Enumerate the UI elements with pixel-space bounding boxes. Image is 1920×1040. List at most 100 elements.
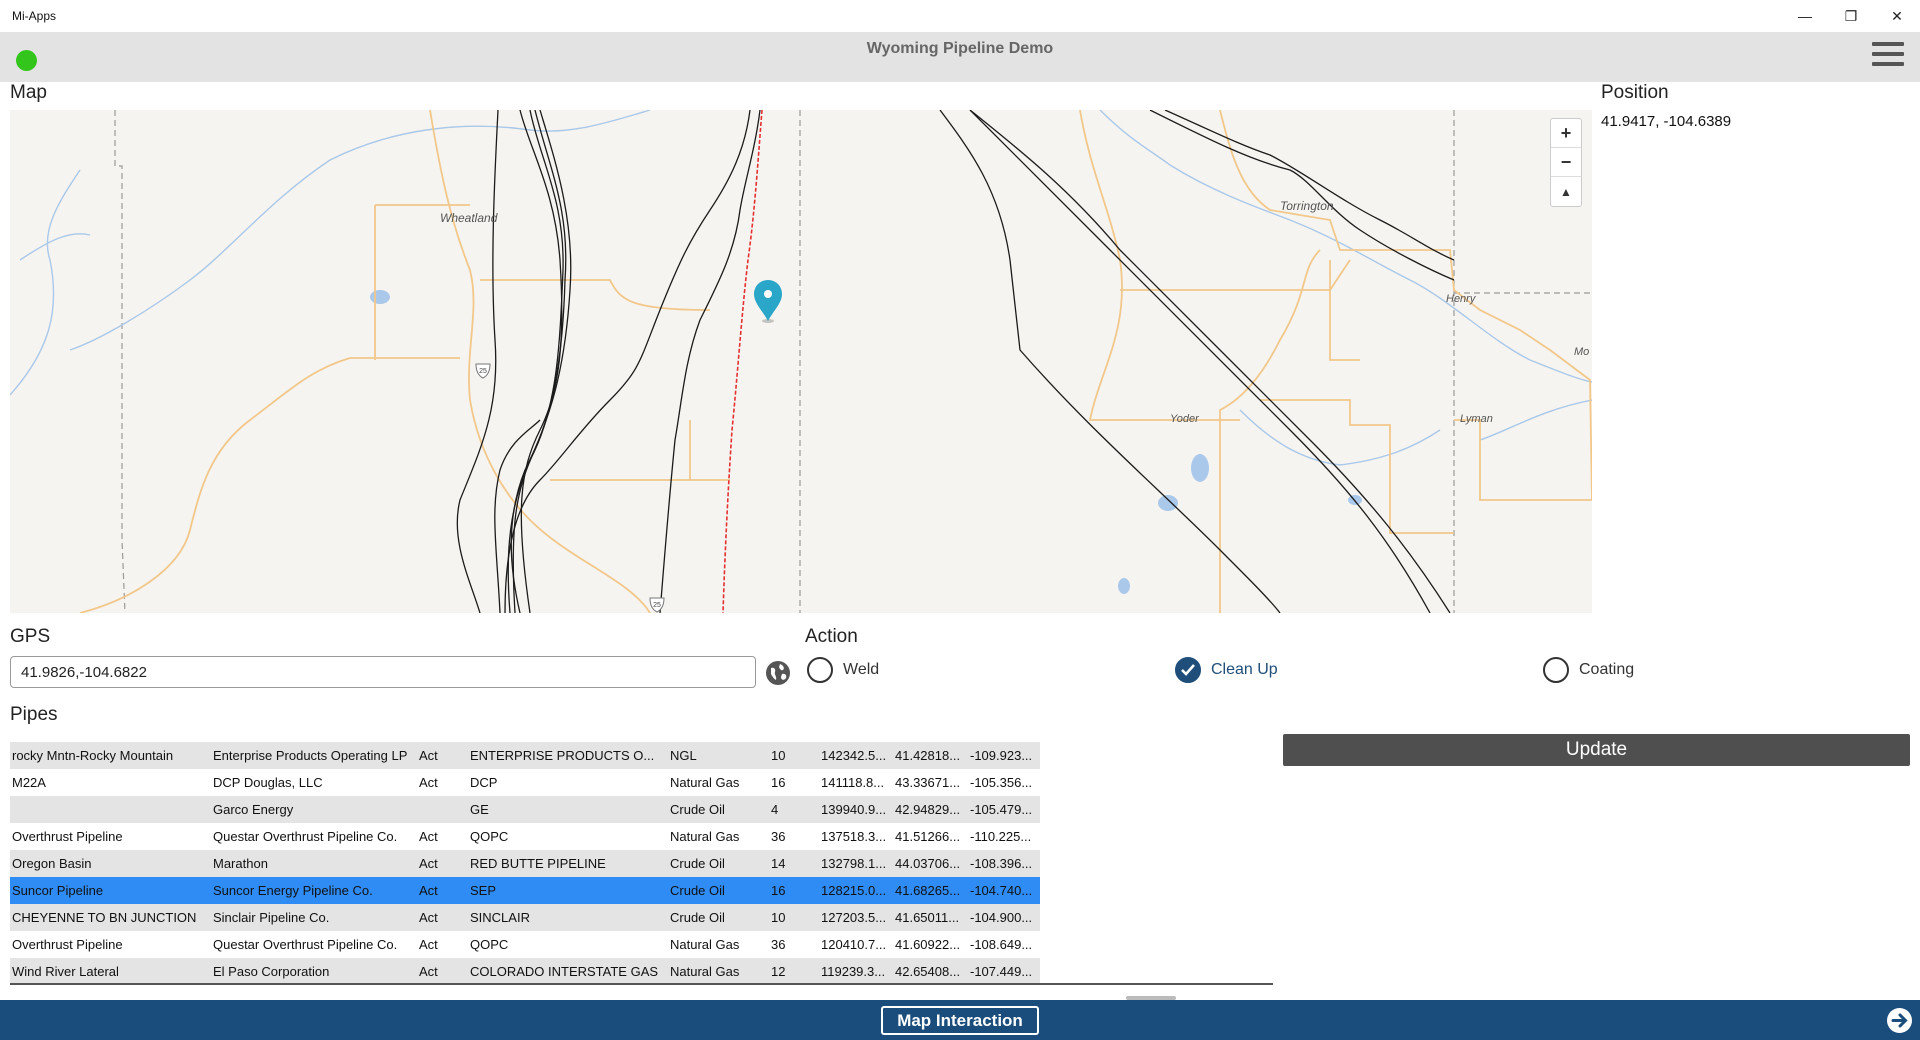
table-cell: Suncor Pipeline — [12, 883, 104, 898]
radio-label: Weld — [843, 661, 880, 678]
table-cell: 14 — [771, 856, 786, 871]
table-row[interactable]: rocky Mntn-Rocky Mountain Enterprise Prod… — [10, 742, 1040, 769]
table-cell: NGL — [670, 748, 697, 763]
place-label-torrington: Torrington — [1280, 199, 1334, 213]
table-cell: SINCLAIR — [470, 910, 530, 925]
radio-circle-icon — [1543, 657, 1569, 683]
radio-label: Clean Up — [1211, 661, 1278, 678]
gps-label: GPS — [10, 626, 51, 647]
place-label-wheatland: Wheatland — [440, 211, 498, 225]
table-cell: -104.740... — [970, 883, 1033, 898]
table-cell: 120410.7... — [821, 937, 887, 952]
table-row[interactable]: CHEYENNE TO BN JUNCTION Sinclair Pipeline… — [10, 904, 1040, 931]
table-cell: Suncor Energy Pipeline Co. — [213, 883, 373, 898]
radio-label: Coating — [1579, 661, 1635, 678]
table-cell: 132798.1... — [821, 856, 887, 871]
table-cell: DCP — [470, 775, 498, 790]
table-cell: El Paso Corporation — [213, 964, 330, 979]
table-cell: DCP Douglas, LLC — [213, 775, 323, 790]
table-cell: Act — [419, 829, 438, 844]
table-cell: Natural Gas — [670, 964, 740, 979]
table-cell: Act — [419, 964, 438, 979]
gps-input[interactable] — [10, 656, 756, 688]
table-cell: Wind River Lateral — [12, 964, 119, 979]
table-cell: 44.03706... — [895, 856, 961, 871]
table-cell: 41.68265... — [895, 883, 961, 898]
table-row[interactable]: M22A DCP Douglas, LLC Act DCP Natural Gas 16 1… — [10, 769, 1040, 796]
table-cell: 137518.3... — [821, 829, 887, 844]
table-cell: 142342.5... — [821, 748, 887, 763]
update-button[interactable]: Update — [1283, 734, 1910, 766]
table-cell: Questar Overthrust Pipeline Co. — [213, 829, 398, 844]
table-cell: 36 — [771, 937, 786, 952]
close-button[interactable]: ✕ — [1874, 0, 1920, 32]
place-label-yoder: Yoder — [1170, 413, 1200, 425]
table-cell: 16 — [771, 775, 786, 790]
table-cell: -108.649... — [970, 937, 1033, 952]
table-cell: Sinclair Pipeline Co. — [213, 910, 330, 925]
table-cell: -105.479... — [970, 802, 1033, 817]
table-cell: -108.396... — [970, 856, 1033, 871]
table-cell: -104.900... — [970, 910, 1033, 925]
table-cell: 41.60922... — [895, 937, 961, 952]
reset-bearing-icon[interactable]: ▲ — [1551, 177, 1581, 206]
minimize-button[interactable]: — — [1782, 0, 1828, 32]
action-label: Action — [805, 626, 858, 647]
table-cell: 16 — [771, 883, 786, 898]
action-weld-radio[interactable]: Weld — [807, 656, 879, 684]
table-cell: Overthrust Pipeline — [12, 937, 123, 952]
table-row[interactable]: Overthrust Pipeline Questar Overthrust Pi… — [10, 823, 1040, 850]
table-cell: Crude Oil — [670, 910, 725, 925]
action-coating-radio[interactable]: Coating — [1543, 656, 1634, 684]
table-row[interactable]: Overthrust Pipeline Questar Overthrust Pi… — [10, 931, 1040, 958]
table-cell: Marathon — [213, 856, 268, 871]
table-row[interactable]: Wind River Lateral El Paso Corporation Act… — [10, 958, 1040, 985]
table-cell: -107.449... — [970, 964, 1033, 979]
table-cell: RED BUTTE PIPELINE — [470, 856, 606, 871]
table-cell: -109.923... — [970, 748, 1033, 763]
table-cell: 42.94829... — [895, 802, 961, 817]
table-cell: 127203.5... — [821, 910, 887, 925]
globe-icon[interactable] — [765, 660, 791, 686]
table-cell: Act — [419, 910, 438, 925]
table-cell — [10, 796, 211, 823]
table-cell: -110.225... — [970, 829, 1032, 844]
place-label-lyman: Lyman — [1460, 413, 1493, 425]
arrow-right-icon[interactable] — [1886, 1007, 1913, 1034]
location-marker-icon[interactable] — [754, 280, 782, 323]
table-cell: rocky Mntn-Rocky Mountain — [12, 748, 174, 763]
hamburger-menu-icon[interactable] — [1872, 42, 1904, 72]
table-divider — [10, 983, 1273, 985]
restore-button[interactable]: ❐ — [1828, 0, 1874, 32]
map-interaction-button[interactable]: Map Interaction — [881, 1006, 1039, 1035]
table-cell: 4 — [771, 802, 779, 817]
place-label-henry: Henry — [1446, 293, 1477, 305]
table-row[interactable]: Garco Energy GE Crude Oil 4 139940.9... 42.94… — [10, 796, 1040, 823]
table-cell: GE — [470, 802, 489, 817]
table-row[interactable]: Oregon Basin Marathon Act RED BUTTE PIPELIN… — [10, 850, 1040, 877]
app-header: Wyoming Pipeline Demo — [0, 32, 1920, 82]
zoom-out-button[interactable]: − — [1551, 148, 1581, 177]
table-cell: Natural Gas — [670, 829, 740, 844]
table-cell: 41.42818... — [895, 748, 961, 763]
table-cell: Act — [419, 856, 438, 871]
map-view[interactable]: 25 25 Wheatland Torrington Henry Yoder L… — [10, 110, 1592, 613]
table-cell: M22A — [12, 775, 46, 790]
table-cell: 42.65408... — [895, 964, 961, 979]
position-value: 41.9417, -104.6389 — [1601, 113, 1732, 130]
table-cell: QOPC — [470, 829, 509, 844]
app-name: Mi-Apps — [12, 9, 57, 23]
table-cell: 41.65011... — [895, 910, 960, 925]
table-cell: SEP — [470, 883, 497, 898]
table-cell: Oregon Basin — [12, 856, 92, 871]
table-cell: Natural Gas — [670, 775, 740, 790]
table-cell: COLORADO INTERSTATE GAS — [470, 964, 659, 979]
zoom-in-button[interactable]: + — [1551, 119, 1581, 148]
table-row[interactable]: Suncor Pipeline Suncor Energy Pipeline Co… — [10, 877, 1040, 904]
table-cell: Act — [419, 748, 438, 763]
table-cell: Act — [419, 775, 438, 790]
action-cleanup-radio[interactable]: Clean Up — [1175, 656, 1278, 684]
table-cell: 141118.8... — [821, 775, 885, 790]
table-cell: ENTERPRISE PRODUCTS O... — [470, 748, 655, 763]
table-cell: Questar Overthrust Pipeline Co. — [213, 937, 398, 952]
